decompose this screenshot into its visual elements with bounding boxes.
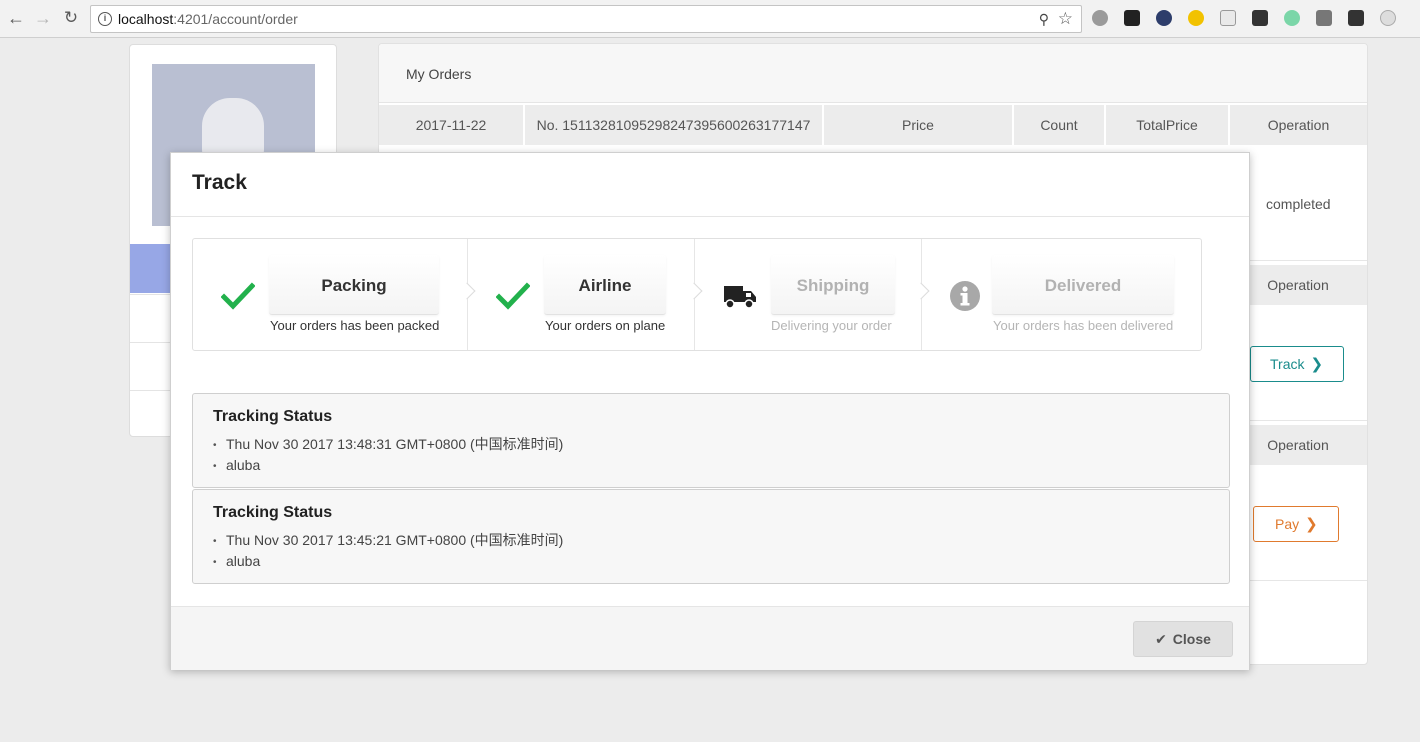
extension-icon[interactable] <box>1124 10 1140 26</box>
url-text[interactable]: localhost:4201/account/order <box>118 11 298 27</box>
site-info-icon[interactable]: i <box>98 12 112 26</box>
tracking-time: • Thu Nov 30 2017 13:48:31 GMT+0800 (中国标准… <box>213 434 563 454</box>
chevron-right-icon: ❯ <box>1305 516 1318 533</box>
check-icon <box>496 282 530 310</box>
truck-icon <box>724 286 756 309</box>
close-button[interactable]: ✔ Close <box>1133 621 1233 657</box>
modal-footer: ✔ Close <box>171 606 1249 670</box>
track-modal: Track Packing Your orders has been packe… <box>170 152 1250 670</box>
pay-button[interactable]: Pay ❯ <box>1253 506 1339 542</box>
count-header: Count <box>1014 105 1106 145</box>
operation-header: Operation <box>1230 105 1367 145</box>
bullet: • <box>213 461 217 472</box>
extension-icon[interactable] <box>1348 10 1364 26</box>
row-divider <box>1250 580 1367 581</box>
reload-icon[interactable]: ↻ <box>61 8 81 28</box>
extension-icon[interactable] <box>1220 10 1236 26</box>
step-description: Your orders has been delivered <box>993 318 1174 333</box>
extension-icon[interactable] <box>1316 10 1332 26</box>
orders-title: My Orders <box>406 66 472 82</box>
orders-panel-header: My Orders <box>379 44 1367 103</box>
order-header-row: 2017-11-22 No. 1511328109529824739560026… <box>379 105 1367 145</box>
tracking-note-text: aluba <box>226 553 261 569</box>
bookmark-star-icon[interactable]: ☆ <box>1058 9 1073 29</box>
step-delivered: Delivered Your orders has been delivered <box>922 239 1202 350</box>
bullet: • <box>213 440 217 451</box>
step-description: Delivering your order <box>771 318 892 333</box>
extension-icon[interactable] <box>1188 10 1204 26</box>
tracking-time: • Thu Nov 30 2017 13:45:21 GMT+0800 (中国标准… <box>213 530 563 550</box>
bullet: • <box>213 557 217 568</box>
total-price-header: TotalPrice <box>1106 105 1230 145</box>
forward-icon[interactable]: → <box>33 8 53 28</box>
back-icon[interactable]: ← <box>6 8 26 28</box>
tracking-time-text: Thu Nov 30 2017 13:45:21 GMT+0800 (中国标准时… <box>226 532 564 548</box>
tracking-note: • aluba <box>213 457 260 473</box>
info-icon <box>950 281 980 311</box>
tracking-status-heading: Tracking Status <box>213 408 333 425</box>
row-divider <box>1250 260 1367 261</box>
price-header: Price <box>824 105 1014 145</box>
browser-toolbar: ← → ↻ i localhost:4201/account/order ⚲ ☆ <box>0 0 1420 38</box>
tracking-note: • aluba <box>213 553 260 569</box>
step-label: Delivered <box>992 255 1174 315</box>
close-button-label: Close <box>1172 631 1211 647</box>
step-description: Your orders has been packed <box>270 318 440 333</box>
extension-icon[interactable] <box>1092 10 1108 26</box>
extension-icon[interactable] <box>1284 10 1300 26</box>
tracking-status-card: Tracking Status • Thu Nov 30 2017 13:45:2… <box>192 489 1230 584</box>
tracking-status-heading: Tracking Status <box>213 504 333 521</box>
tracking-time-text: Thu Nov 30 2017 13:48:31 GMT+0800 (中国标准时… <box>226 436 564 452</box>
address-bar[interactable]: i localhost:4201/account/order ⚲ ☆ <box>90 5 1082 33</box>
row-divider <box>1250 420 1367 421</box>
step-description: Your orders on plane <box>545 318 666 333</box>
tracking-steps: Packing Your orders has been packed Airl… <box>192 238 1202 351</box>
key-icon[interactable]: ⚲ <box>1039 11 1049 28</box>
step-packing: Packing Your orders has been packed <box>193 239 467 350</box>
order-date: 2017-11-22 <box>379 105 525 145</box>
chevron-right-icon: ❯ <box>1310 356 1324 373</box>
track-button[interactable]: Track ❯ <box>1250 346 1344 382</box>
extension-icon[interactable] <box>1252 10 1268 26</box>
modal-title: Track <box>192 171 247 194</box>
tracking-status-card: Tracking Status • Thu Nov 30 2017 13:48:3… <box>192 393 1230 488</box>
pay-button-label: Pay <box>1275 516 1300 532</box>
extension-icon[interactable] <box>1156 10 1172 26</box>
step-label: Shipping <box>771 255 895 315</box>
modal-header: Track <box>171 153 1249 217</box>
step-label: Airline <box>544 255 666 315</box>
extension-icon[interactable] <box>1380 10 1396 26</box>
url-path: :4201/account/order <box>173 11 298 27</box>
order-status: completed <box>1266 196 1331 212</box>
bullet: • <box>213 536 217 547</box>
step-airline: Airline Your orders on plane <box>468 239 694 350</box>
tracking-note-text: aluba <box>226 457 261 473</box>
step-label: Packing <box>269 255 439 315</box>
check-icon <box>221 282 255 310</box>
step-shipping: Shipping Delivering your order <box>695 239 921 350</box>
order-number: No. 15113281095298247395600263177147 <box>525 105 824 145</box>
track-button-label: Track <box>1270 356 1305 372</box>
url-host: localhost <box>118 11 174 27</box>
check-icon: ✔ <box>1155 631 1167 647</box>
